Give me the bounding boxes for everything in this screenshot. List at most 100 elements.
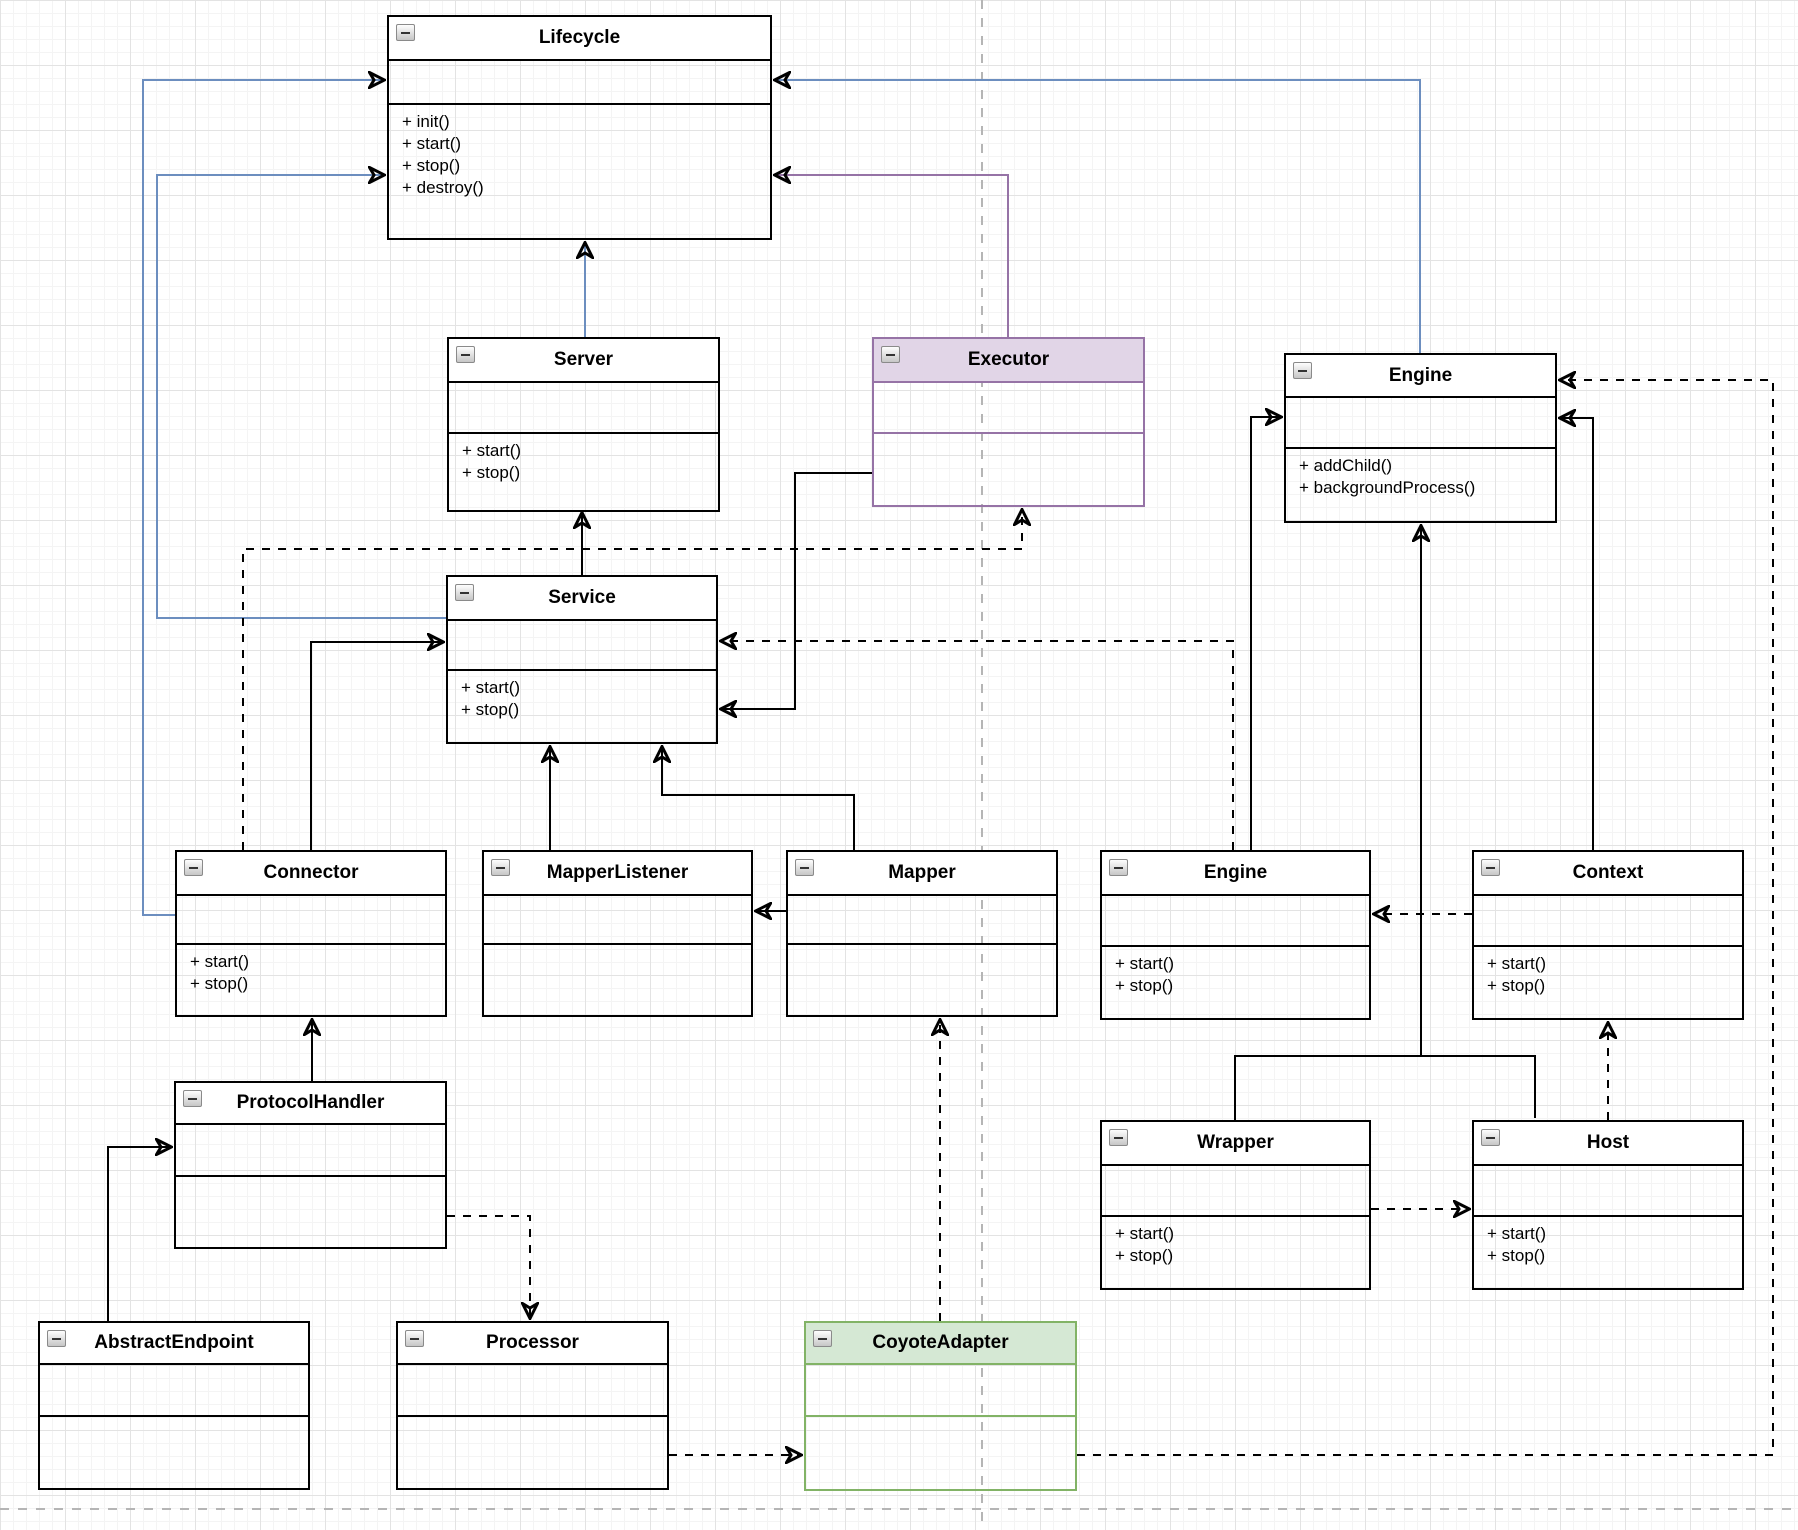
method: + stop()	[1115, 1245, 1369, 1267]
edge-engine-to-engine-top[interactable]	[1251, 417, 1280, 850]
method: + stop()	[1487, 975, 1742, 997]
methods-row	[176, 1177, 445, 1183]
class-title: ProtocolHandler	[237, 1092, 385, 1114]
class-title: Connector	[264, 862, 359, 884]
collapse-icon[interactable]	[456, 346, 475, 363]
edge-context-to-engine-top[interactable]	[1561, 418, 1593, 850]
class-server[interactable]: Server + start() + stop()	[447, 337, 720, 512]
collapse-icon[interactable]	[491, 859, 510, 876]
class-title: MapperListener	[547, 862, 688, 884]
class-title: Executor	[968, 349, 1049, 371]
edge-mapper-to-service[interactable]	[662, 748, 854, 850]
edges-layer	[0, 0, 1798, 1530]
method: + start()	[402, 133, 770, 155]
method: + backgroundProcess()	[1299, 477, 1555, 499]
class-title: Engine	[1389, 365, 1452, 387]
class-service[interactable]: Service + start() + stop()	[446, 575, 718, 744]
methods-row: + start() + stop()	[1102, 947, 1369, 997]
methods-row: + init() + start() + stop() + destroy()	[389, 105, 770, 199]
class-connector[interactable]: Connector + start() + stop()	[175, 850, 447, 1017]
edge-connector-to-service[interactable]	[311, 642, 442, 850]
attributes-row	[389, 61, 770, 105]
class-protocolhandler[interactable]: ProtocolHandler	[174, 1081, 447, 1249]
collapse-icon[interactable]	[1109, 1129, 1128, 1146]
methods-row: + start() + stop()	[449, 434, 718, 484]
class-title: Processor	[486, 1332, 579, 1354]
class-engine[interactable]: Engine + start() + stop()	[1100, 850, 1371, 1020]
class-title: Server	[554, 349, 613, 371]
attributes-row	[1286, 398, 1555, 449]
edge-executor-to-service[interactable]	[722, 473, 872, 709]
methods-row	[484, 945, 751, 951]
methods-row	[806, 1417, 1075, 1423]
methods-row: + addChild() + backgroundProcess()	[1286, 449, 1555, 499]
attributes-row	[874, 383, 1143, 434]
attributes-row	[40, 1365, 308, 1417]
class-coyoteadapter[interactable]: CoyoteAdapter	[804, 1321, 1077, 1491]
edge-engine-to-service[interactable]	[722, 641, 1233, 850]
class-processor[interactable]: Processor	[396, 1321, 669, 1490]
attributes-row	[449, 383, 718, 434]
method: + start()	[1115, 953, 1369, 975]
attributes-row	[177, 896, 445, 945]
method: + start()	[190, 951, 445, 973]
method: + start()	[1115, 1223, 1369, 1245]
attributes-row	[1102, 1166, 1369, 1217]
class-title: CoyoteAdapter	[872, 1332, 1008, 1354]
method: + addChild()	[1299, 455, 1555, 477]
class-executor[interactable]: Executor	[872, 337, 1145, 507]
collapse-icon[interactable]	[184, 859, 203, 876]
edge-engine-top-to-lifecycle[interactable]	[776, 80, 1420, 353]
method: + start()	[461, 677, 716, 699]
edge-connector-to-lifecycle[interactable]	[143, 80, 383, 915]
class-title: Lifecycle	[539, 27, 620, 49]
attributes-row	[398, 1365, 667, 1417]
attributes-row	[806, 1365, 1075, 1417]
edge-wrapper-host-branch[interactable]	[1235, 1056, 1535, 1120]
collapse-icon[interactable]	[813, 1330, 832, 1347]
class-title: Service	[548, 587, 616, 609]
class-title: Host	[1587, 1132, 1629, 1154]
method: + start()	[462, 440, 718, 462]
class-title: Engine	[1204, 862, 1267, 884]
collapse-icon[interactable]	[1481, 859, 1500, 876]
class-abstractendpoint[interactable]: AbstractEndpoint	[38, 1321, 310, 1490]
collapse-icon[interactable]	[1293, 362, 1312, 379]
method: + stop()	[402, 155, 770, 177]
edge-service-to-lifecycle[interactable]	[157, 175, 446, 618]
methods-row: + start() + stop()	[177, 945, 445, 995]
class-host[interactable]: Host + start() + stop()	[1472, 1120, 1744, 1290]
edge-executor-to-lifecycle[interactable]	[776, 175, 1008, 337]
collapse-icon[interactable]	[795, 859, 814, 876]
method: + stop()	[190, 973, 445, 995]
collapse-icon[interactable]	[47, 1330, 66, 1347]
class-mapper[interactable]: Mapper	[786, 850, 1058, 1017]
class-engine-top[interactable]: Engine + addChild() + backgroundProcess(…	[1284, 353, 1557, 523]
methods-row	[398, 1417, 667, 1423]
collapse-icon[interactable]	[396, 24, 415, 41]
class-wrapper[interactable]: Wrapper + start() + stop()	[1100, 1120, 1371, 1290]
attributes-row	[788, 896, 1056, 945]
class-context[interactable]: Context + start() + stop()	[1472, 850, 1744, 1020]
collapse-icon[interactable]	[1481, 1129, 1500, 1146]
class-title: Wrapper	[1197, 1132, 1274, 1154]
method: + stop()	[1115, 975, 1369, 997]
edge-abstractendpoint-to-protocolhandler[interactable]	[108, 1147, 170, 1321]
class-lifecycle[interactable]: Lifecycle + init() + start() + stop() + …	[387, 15, 772, 240]
methods-row: + start() + stop()	[1474, 1217, 1742, 1267]
methods-row: + start() + stop()	[448, 671, 716, 721]
collapse-icon[interactable]	[455, 584, 474, 601]
collapse-icon[interactable]	[405, 1330, 424, 1347]
method: + start()	[1487, 953, 1742, 975]
attributes-row	[1474, 1166, 1742, 1217]
edge-protocolhandler-to-processor[interactable]	[447, 1216, 530, 1317]
attributes-row	[448, 621, 716, 671]
collapse-icon[interactable]	[1109, 859, 1128, 876]
method: + start()	[1487, 1223, 1742, 1245]
class-title: AbstractEndpoint	[94, 1332, 253, 1354]
method: + stop()	[462, 462, 718, 484]
collapse-icon[interactable]	[183, 1090, 202, 1107]
collapse-icon[interactable]	[881, 346, 900, 363]
class-mapperlistener[interactable]: MapperListener	[482, 850, 753, 1017]
methods-row: + start() + stop()	[1102, 1217, 1369, 1267]
